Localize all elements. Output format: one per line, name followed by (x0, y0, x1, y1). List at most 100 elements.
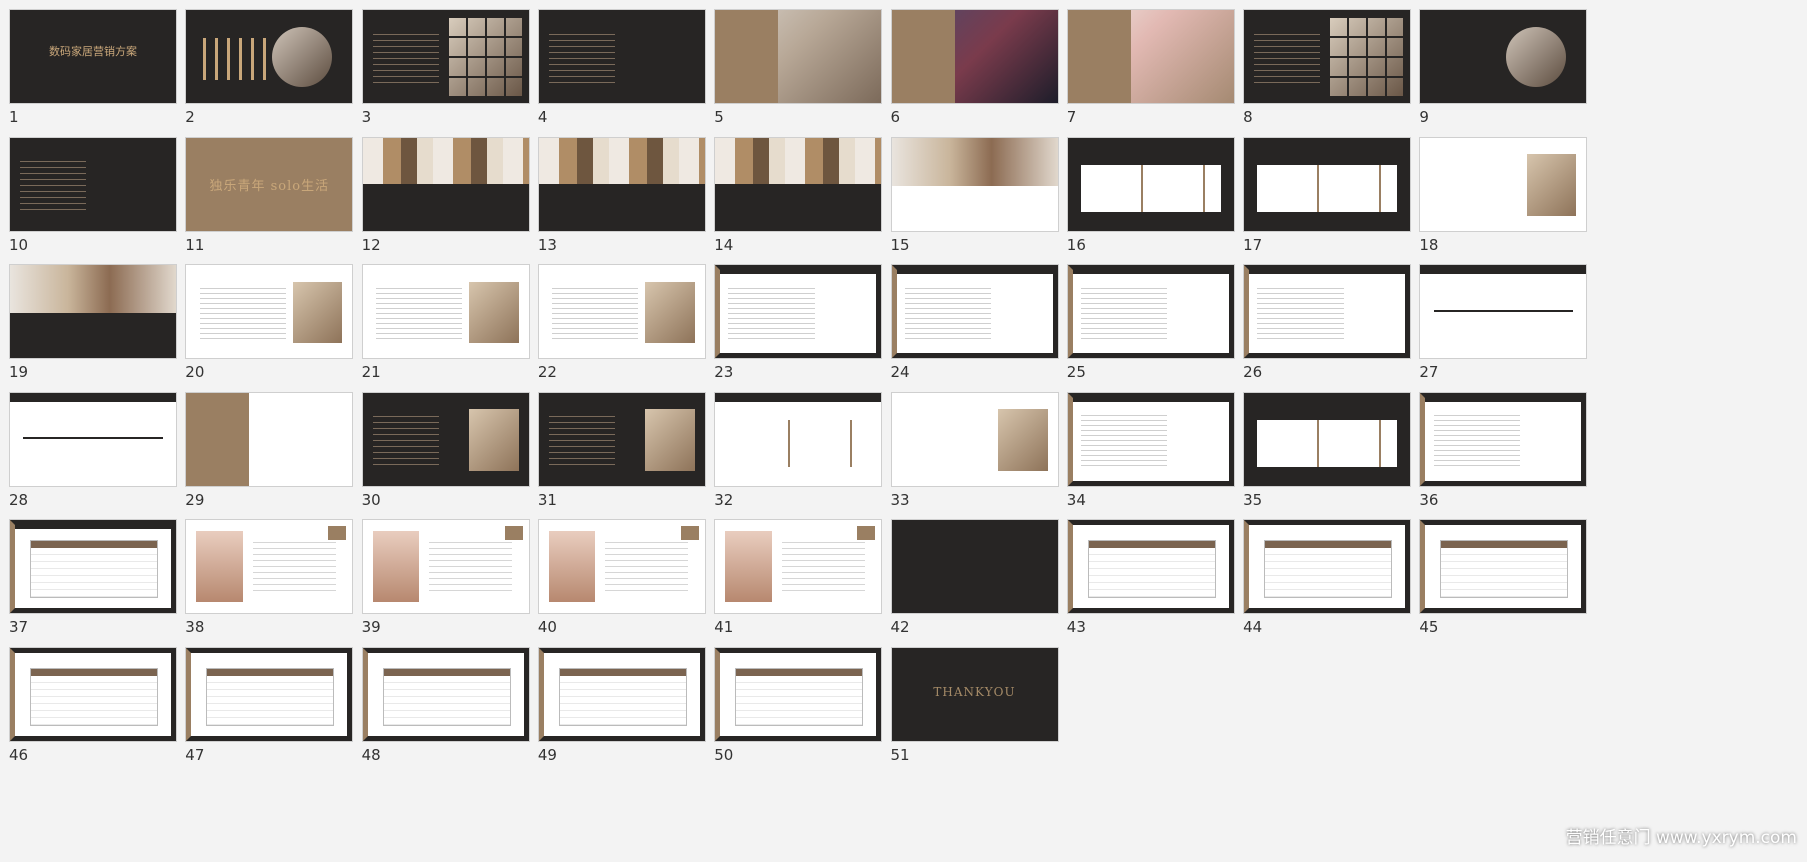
slide-preview[interactable] (1419, 136, 1588, 232)
slide-preview[interactable] (1066, 264, 1235, 359)
slide-preview[interactable] (1243, 9, 1412, 104)
slide-preview[interactable]: 独乐青年 solo生活 (185, 136, 354, 232)
slide-thumbnail-10[interactable]: 10 (0, 128, 180, 268)
slide-preview[interactable] (361, 391, 530, 487)
slide-thumbnail-21[interactable]: 21 (353, 255, 533, 395)
slide-thumbnail-29[interactable]: 29 (176, 383, 356, 523)
slide-preview[interactable] (1243, 136, 1412, 232)
slide-thumbnail-22[interactable]: 22 (529, 255, 709, 395)
slide-thumbnail-13[interactable]: 13 (529, 128, 709, 268)
slide-preview[interactable] (185, 391, 354, 487)
slide-preview[interactable] (890, 391, 1059, 487)
slide-thumbnail-9[interactable]: 9 (1410, 0, 1590, 140)
slide-preview[interactable] (890, 519, 1059, 614)
slide-thumbnail-23[interactable]: 23 (705, 255, 885, 395)
slide-thumbnail-24[interactable]: 24 (882, 255, 1062, 395)
slide-thumbnail-12[interactable]: 12 (353, 128, 533, 268)
slide-thumbnail-30[interactable]: 30 (353, 383, 533, 523)
slide-preview[interactable] (714, 391, 883, 487)
slide-preview[interactable] (714, 264, 883, 359)
slide-thumbnail-15[interactable]: 15 (882, 128, 1062, 268)
slide-preview[interactable] (890, 136, 1059, 232)
slide-thumbnail-11[interactable]: 独乐青年 solo生活 11 (176, 128, 356, 268)
slide-thumbnail-25[interactable]: 25 (1058, 255, 1238, 395)
slide-thumbnail-2[interactable]: 2 (176, 0, 356, 140)
slide-preview[interactable] (537, 264, 706, 359)
slide-thumbnail-16[interactable]: 16 (1058, 128, 1238, 268)
slide-thumbnail-39[interactable]: 39 (353, 510, 533, 650)
slide-preview[interactable] (1419, 519, 1588, 614)
slide-thumbnail-44[interactable]: 44 (1234, 510, 1414, 650)
slide-thumbnail-43[interactable]: 43 (1058, 510, 1238, 650)
slide-thumbnail-32[interactable]: 32 (705, 383, 885, 523)
slide-preview[interactable] (1066, 136, 1235, 232)
slide-preview[interactable] (1066, 9, 1235, 104)
slide-thumbnail-26[interactable]: 26 (1234, 255, 1414, 395)
slide-thumbnail-34[interactable]: 34 (1058, 383, 1238, 523)
slide-thumbnail-7[interactable]: 7 (1058, 0, 1238, 140)
slide-preview[interactable]: 数码家居营销方案 (9, 9, 177, 104)
slide-preview[interactable] (890, 264, 1059, 359)
slide-thumbnail-6[interactable]: 6 (882, 0, 1062, 140)
slide-thumbnail-3[interactable]: 3 (353, 0, 533, 140)
slide-thumbnail-20[interactable]: 20 (176, 255, 356, 395)
slide-preview[interactable] (714, 9, 883, 104)
slide-thumbnail-36[interactable]: 36 (1410, 383, 1590, 523)
slide-preview[interactable] (1243, 264, 1412, 359)
slide-preview[interactable] (537, 519, 706, 614)
slide-thumbnail-14[interactable]: 14 (705, 128, 885, 268)
slide-thumbnail-49[interactable]: 49 (529, 638, 709, 778)
slide-preview[interactable] (361, 646, 530, 742)
slide-preview[interactable] (1243, 391, 1412, 487)
slide-preview[interactable] (1419, 9, 1588, 104)
slide-preview[interactable] (890, 9, 1059, 104)
slide-thumbnail-31[interactable]: 31 (529, 383, 709, 523)
slide-thumbnail-48[interactable]: 48 (353, 638, 533, 778)
slide-preview[interactable] (185, 264, 354, 359)
slide-thumbnail-18[interactable]: 18 (1410, 128, 1590, 268)
slide-thumbnail-45[interactable]: 45 (1410, 510, 1590, 650)
slide-preview[interactable] (537, 646, 706, 742)
slide-preview[interactable] (361, 519, 530, 614)
slide-preview[interactable] (9, 519, 177, 614)
slide-preview[interactable] (9, 646, 177, 742)
slide-preview[interactable] (537, 9, 706, 104)
slide-thumbnail-4[interactable]: 4 (529, 0, 709, 140)
slide-preview[interactable] (9, 264, 177, 359)
slide-preview[interactable] (9, 391, 177, 487)
slide-preview[interactable] (361, 9, 530, 104)
slide-thumbnail-27[interactable]: 27 (1410, 255, 1590, 395)
slide-thumbnail-35[interactable]: 35 (1234, 383, 1414, 523)
slide-thumbnail-17[interactable]: 17 (1234, 128, 1414, 268)
slide-thumbnail-5[interactable]: 5 (705, 0, 885, 140)
slide-thumbnail-50[interactable]: 50 (705, 638, 885, 778)
slide-preview[interactable] (185, 9, 354, 104)
slide-preview[interactable] (361, 136, 530, 232)
slide-thumbnail-51[interactable]: THANKYOU 51 (882, 638, 1062, 778)
slide-preview[interactable] (9, 136, 177, 232)
slide-thumbnail-46[interactable]: 46 (0, 638, 180, 778)
slide-preview[interactable] (537, 136, 706, 232)
slide-preview[interactable] (1066, 519, 1235, 614)
slide-preview[interactable] (185, 646, 354, 742)
slide-thumbnail-19[interactable]: 19 (0, 255, 180, 395)
slide-thumbnail-41[interactable]: 41 (705, 510, 885, 650)
slide-preview[interactable]: THANKYOU (890, 646, 1059, 742)
slide-thumbnail-38[interactable]: 38 (176, 510, 356, 650)
slide-thumbnail-40[interactable]: 40 (529, 510, 709, 650)
slide-preview[interactable] (537, 391, 706, 487)
slide-thumbnail-28[interactable]: 28 (0, 383, 180, 523)
slide-preview[interactable] (1066, 391, 1235, 487)
slide-preview[interactable] (1243, 519, 1412, 614)
slide-preview[interactable] (714, 136, 883, 232)
slide-preview[interactable] (714, 519, 883, 614)
slide-preview[interactable] (1419, 264, 1588, 359)
slide-preview[interactable] (361, 264, 530, 359)
slide-thumbnail-37[interactable]: 37 (0, 510, 180, 650)
slide-preview[interactable] (185, 519, 354, 614)
slide-thumbnail-8[interactable]: 8 (1234, 0, 1414, 140)
slide-thumbnail-42[interactable]: 42 (882, 510, 1062, 650)
slide-thumbnail-1[interactable]: 数码家居营销方案 1 (0, 0, 180, 140)
slide-thumbnail-47[interactable]: 47 (176, 638, 356, 778)
slide-thumbnail-33[interactable]: 33 (882, 383, 1062, 523)
